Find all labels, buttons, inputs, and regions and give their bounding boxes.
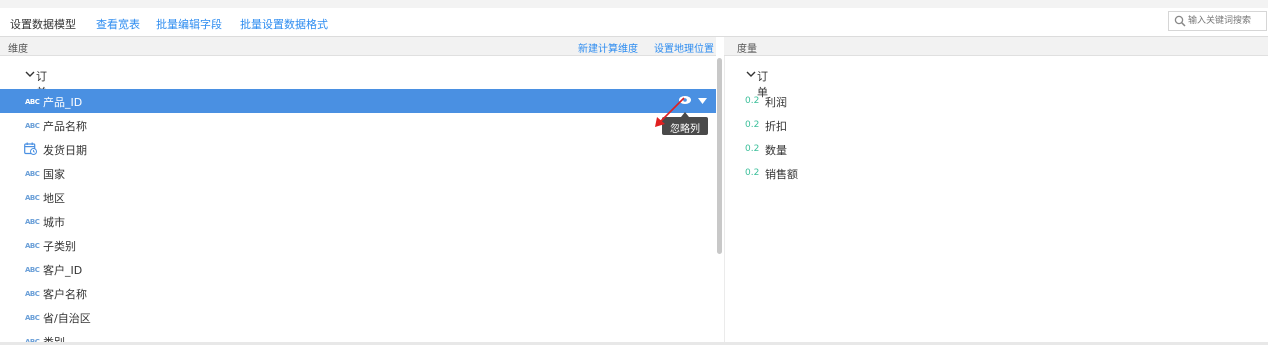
caret-down-icon[interactable]: [698, 98, 707, 104]
measure-field-row[interactable]: 0.2 利润: [724, 89, 1264, 113]
chevron-down-icon: [746, 71, 756, 77]
field-name: 数量: [765, 144, 787, 157]
field-name: 利润: [765, 96, 787, 109]
field-name: 国家: [43, 168, 65, 181]
measures-title: 度量: [737, 44, 757, 55]
field-name: 省/自治区: [43, 312, 91, 325]
number-type-icon: 0.2: [745, 120, 760, 130]
field-name: 客户_ID: [43, 264, 83, 277]
dimension-field-row[interactable]: ABC 地区: [0, 185, 716, 209]
field-name: 地区: [43, 192, 65, 205]
search-box[interactable]: [1168, 11, 1267, 31]
search-input[interactable]: [1188, 13, 1264, 29]
page-title: 设置数据模型: [10, 18, 76, 31]
text-type-icon: ABC: [25, 266, 40, 274]
dimension-field-row[interactable]: ABC 子类别: [0, 233, 716, 257]
text-type-icon: ABC: [25, 242, 40, 250]
dimensions-header: 维度 新建计算维度 设置地理位置: [0, 37, 716, 56]
field-name: 折扣: [765, 120, 787, 133]
view-wide-table-link[interactable]: 查看宽表: [96, 16, 140, 32]
pointer-arrow-icon: [655, 97, 685, 127]
field-name: 子类别: [43, 240, 76, 253]
dimension-field-row[interactable]: 发货日期: [0, 137, 716, 161]
chevron-down-icon: [25, 71, 35, 77]
text-type-icon: ABC: [25, 170, 40, 178]
dimension-field-row[interactable]: ABC 客户_ID: [0, 257, 716, 281]
top-strip: [0, 0, 1268, 8]
number-type-icon: 0.2: [745, 168, 760, 178]
calendar-icon: [24, 142, 37, 155]
field-name: 发货日期: [43, 144, 87, 157]
text-type-icon: ABC: [25, 194, 40, 202]
field-name: 销售额: [765, 168, 798, 181]
field-name: 产品名称: [43, 120, 87, 133]
measures-header: 度量: [724, 37, 1268, 56]
text-type-icon: ABC: [25, 218, 40, 226]
text-type-icon: ABC: [25, 290, 40, 298]
text-type-icon: ABC: [25, 122, 40, 130]
dimension-field-row[interactable]: ABC 国家: [0, 161, 716, 185]
dimension-field-row[interactable]: ABC 产品名称: [0, 113, 716, 137]
set-geo-location-link[interactable]: 设置地理位置: [654, 40, 714, 55]
dimension-field-row[interactable]: ABC 客户名称: [0, 281, 716, 305]
dimensions-scrollbar[interactable]: [717, 58, 722, 254]
dimensions-title: 维度: [8, 44, 28, 55]
text-type-icon: ABC: [25, 98, 40, 106]
new-calc-dimension-link[interactable]: 新建计算维度: [578, 40, 638, 55]
number-type-icon: 0.2: [745, 144, 760, 154]
text-type-icon: ABC: [25, 314, 40, 322]
toolbar: 设置数据模型 查看宽表 批量编辑字段 批量设置数据格式: [0, 8, 1268, 37]
measure-field-row[interactable]: 0.2 数量: [724, 137, 1264, 161]
measure-field-row[interactable]: 0.2 折扣: [724, 113, 1264, 137]
field-name: 城市: [43, 216, 65, 229]
dimensions-panel: 订单 ABC 产品_ID ABC 产品名称 发货日期 ABC 国家 ABC 地区…: [0, 56, 716, 345]
field-name: 客户名称: [43, 288, 87, 301]
measure-field-row[interactable]: 0.2 销售额: [724, 161, 1264, 185]
batch-edit-fields-link[interactable]: 批量编辑字段: [156, 16, 222, 32]
number-type-icon: 0.2: [745, 96, 760, 106]
dimension-field-row[interactable]: ABC 城市: [0, 209, 716, 233]
search-icon: [1174, 15, 1186, 27]
dimension-field-row[interactable]: ABC 省/自治区: [0, 305, 716, 329]
batch-set-format-link[interactable]: 批量设置数据格式: [240, 16, 328, 32]
dimension-field-row[interactable]: ABC 产品_ID: [0, 89, 716, 113]
field-name: 产品_ID: [43, 96, 83, 109]
measures-panel: 订单 0.2 利润 0.2 折扣 0.2 数量 0.2 销售额: [724, 56, 1268, 345]
